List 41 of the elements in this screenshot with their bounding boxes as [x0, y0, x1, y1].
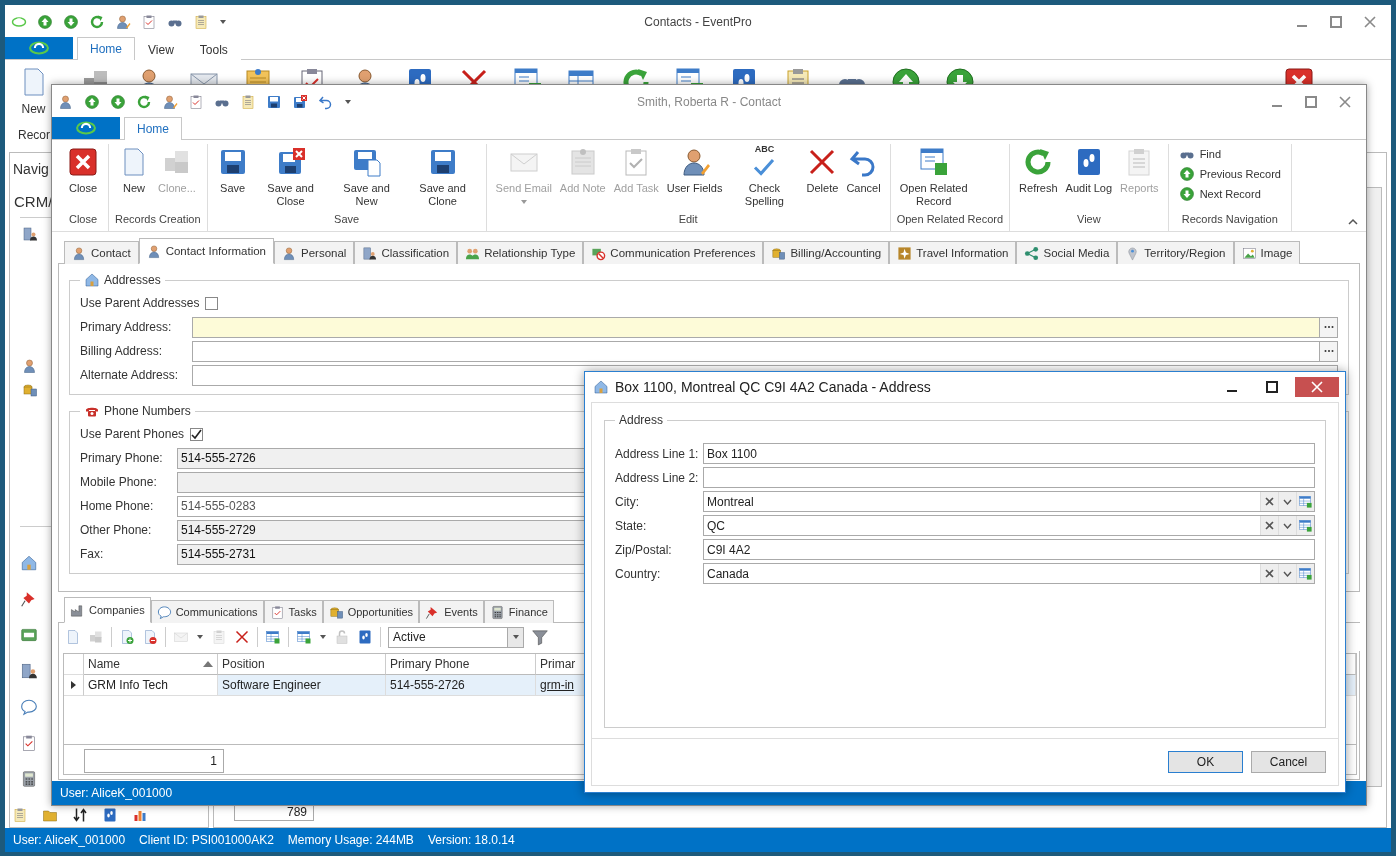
field-label: Zip/Postal:: [615, 542, 673, 557]
field-label: Fax:: [80, 547, 105, 561]
ribbon-group-label: Edit: [677, 213, 699, 227]
window-title: Contacts - EventPro: [644, 14, 752, 29]
ribbon-group-label: Records Creation: [115, 213, 201, 227]
ribbon-group-label: Close: [67, 213, 99, 227]
field-label: Address Line 2:: [615, 470, 700, 485]
table-cell: 514-555-2726: [386, 675, 536, 696]
group-title: Address: [619, 413, 664, 427]
checkbox-label: Use Parent Phones: [80, 427, 185, 441]
field-label: Other Phone:: [80, 523, 153, 537]
icon-caption: ABC: [754, 145, 775, 154]
window-title: Smith, Roberta R - Contact: [636, 94, 782, 109]
table-cell: GRM Info Tech: [84, 675, 218, 696]
field-label: Mobile Phone:: [80, 475, 158, 489]
pane-title: Navig: [12, 161, 49, 179]
table-cell: Software Engineer: [218, 675, 386, 696]
group-title: Phone Numbers: [104, 404, 191, 418]
field-label: Billing Address:: [80, 344, 164, 358]
ribbon-group-label: Recor: [18, 128, 50, 142]
status-text: User: AliceK_001000: [13, 833, 126, 847]
field-label: Primary Phone:: [80, 451, 164, 465]
field-label: City:: [615, 494, 640, 509]
row-count: 1: [84, 749, 224, 773]
pane-subtitle: CRM/: [13, 193, 53, 212]
field-label: Alternate Address:: [80, 368, 180, 382]
field-label: Address Line 1:: [615, 446, 700, 461]
field-label: Primary Address:: [80, 320, 173, 334]
field-label: State:: [615, 518, 648, 533]
status-text: Version: 18.0.14: [427, 833, 515, 847]
ribbon-group-label: Records Navigation: [1180, 213, 1279, 227]
ribbon-group-label: Save: [333, 213, 361, 227]
ribbon-group-label: Open Related Record: [896, 213, 1004, 227]
field-label: Country:: [615, 566, 662, 581]
checkbox-label: Use Parent Addresses: [80, 296, 200, 310]
group-title: Addresses: [104, 273, 161, 287]
dialog-title: Box 1100, Montreal QC C9I 4A2 Canada - Address: [615, 379, 932, 395]
status-text: Client ID: PSI001000AK2: [139, 833, 274, 847]
ribbon-group-label: View: [1076, 213, 1102, 227]
status-text: Memory Usage: 244MB: [287, 833, 414, 847]
field-label: Home Phone:: [80, 499, 155, 513]
